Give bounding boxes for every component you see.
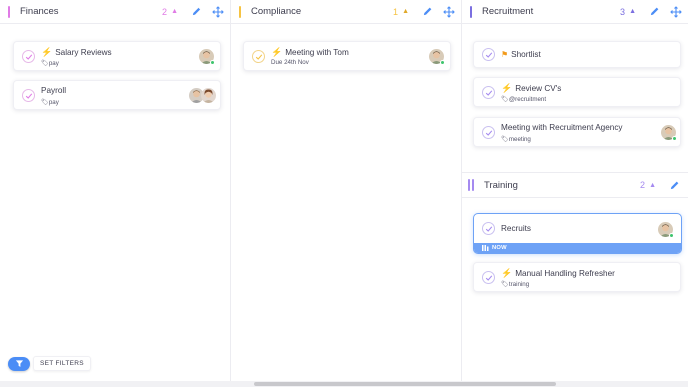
task-title: Meeting with Tom [285,48,349,57]
column-accent-bar [470,5,472,18]
column-compliance: Compliance 1 ▲ ⚡ Meeting with Tom Due 24… [231,0,462,381]
column-finances: Finances 2 ▲ ⚡ Salary Reviews 🏷︎pay Payr… [0,0,231,381]
task-tag: 🏷︎@recruitment [501,96,547,103]
column-header-finances: Finances 2 ▲ [0,0,230,24]
sort-up-icon[interactable]: ▲ [171,8,178,15]
tag-icon: 🏷︎ [41,99,49,106]
online-status-dot [440,60,445,65]
task-card-active[interactable]: Recruits NOW [473,213,682,254]
column-title: Finances [20,6,59,17]
task-title: Salary Reviews [55,48,112,57]
column-header-compliance: Compliance 1 ▲ [231,0,461,24]
task-tag: 🏷︎pay [41,60,59,67]
horizontal-scrollbar[interactable] [0,381,688,387]
sort-up-icon[interactable]: ▲ [649,182,656,189]
complete-checkbox[interactable] [482,126,495,139]
avatar[interactable] [201,88,216,103]
lightning-red-icon: ⚡ [271,47,283,57]
sort-up-icon[interactable]: ▲ [402,8,409,15]
column-title: Training [484,179,518,191]
column-count: 3 [620,6,626,17]
column-count: 2 [162,6,168,17]
funnel-icon [15,360,23,367]
pencil-icon[interactable] [646,4,662,20]
online-status-dot [669,233,674,238]
task-card[interactable]: ⚡ Meeting with Tom Due 24th Nov [243,41,451,71]
task-title-row: ⚡ Manual Handling Refresher [501,268,615,279]
column-title: Recruitment [482,6,534,17]
task-title-row: ⚡ Salary Reviews [41,47,112,58]
complete-checkbox[interactable] [22,89,35,102]
tag-icon: 🏷︎ [501,136,509,143]
task-title: Payroll [41,86,67,95]
task-card[interactable]: Payroll 🏷︎pay [13,80,221,110]
column-count: 2 [640,180,646,190]
task-title: Manual Handling Refresher [515,269,615,278]
task-title-row: Meeting with Recruitment Agency [501,123,623,132]
tag-icon: 🏷︎ [501,281,509,288]
task-title-row: Recruits [501,224,531,233]
progress-bars-icon [482,245,489,251]
now-status-strip: NOW [474,243,681,253]
task-card[interactable]: ⚡ Manual Handling Refresher 🏷︎training [473,262,681,292]
pencil-icon[interactable] [188,4,204,20]
move-arrows-icon[interactable] [210,4,226,20]
online-status-dot [672,136,677,141]
task-tag: 🏷︎pay [41,99,59,106]
pencil-icon[interactable] [419,4,435,20]
filter-bar: SET FILTERS [8,356,91,371]
column-accent-bar [239,5,241,18]
complete-checkbox[interactable] [252,50,265,63]
task-card[interactable]: ⚑ Shortlist [473,41,681,68]
task-title: Meeting with Recruitment Agency [501,123,623,132]
lightning-icon: ⚡ [501,83,513,93]
task-title: Recruits [501,224,532,233]
complete-checkbox[interactable] [482,48,495,61]
task-title-row: ⚑ Shortlist [501,50,541,59]
task-tag: 🏷︎meeting [501,136,531,143]
task-title: Shortlist [511,50,541,59]
pencil-icon[interactable] [666,177,682,193]
task-title-row: Payroll [41,86,66,95]
move-arrows-icon[interactable] [668,4,684,20]
column-recruitment: Recruitment 3 ▲ ⚑ Shortlist ⚡ Review CV'… [462,0,688,381]
tag-icon: 🏷︎ [501,96,509,103]
flag-icon: ⚑ [501,50,509,59]
now-status-label: NOW [492,245,507,251]
kanban-board: Finances 2 ▲ ⚡ Salary Reviews 🏷︎pay Payr… [0,0,688,381]
online-status-dot [210,60,215,65]
lightning-icon: ⚡ [41,47,53,57]
column-title: Compliance [251,6,302,17]
task-tag: 🏷︎training [501,281,530,288]
task-card[interactable]: Meeting with Recruitment Agency 🏷︎meetin… [473,117,681,147]
set-filters-button[interactable]: SET FILTERS [33,356,91,371]
sort-up-icon[interactable]: ▲ [629,8,636,15]
tag-icon: 🏷︎ [41,60,49,67]
task-card[interactable]: ⚡ Review CV's 🏷︎@recruitment [473,77,681,107]
column-header-training: Training 2 ▲ [462,172,688,198]
complete-checkbox[interactable] [482,222,495,235]
scrollbar-thumb[interactable] [254,382,556,386]
filter-button[interactable] [8,356,30,371]
drag-handle-icon[interactable] [468,179,474,191]
complete-checkbox[interactable] [482,86,495,99]
task-title-row: ⚡ Meeting with Tom [271,47,349,58]
move-arrows-icon[interactable] [441,4,457,20]
complete-checkbox[interactable] [482,271,495,284]
column-header-recruitment: Recruitment 3 ▲ [462,0,688,24]
complete-checkbox[interactable] [22,50,35,63]
column-accent-bar [8,5,10,18]
task-due-date: Due 24th Nov [271,59,309,66]
lightning-icon: ⚡ [501,268,513,278]
task-card[interactable]: ⚡ Salary Reviews 🏷︎pay [13,41,221,71]
task-title: Review CV's [515,84,562,93]
column-count: 1 [393,6,399,17]
task-title-row: ⚡ Review CV's [501,83,561,94]
